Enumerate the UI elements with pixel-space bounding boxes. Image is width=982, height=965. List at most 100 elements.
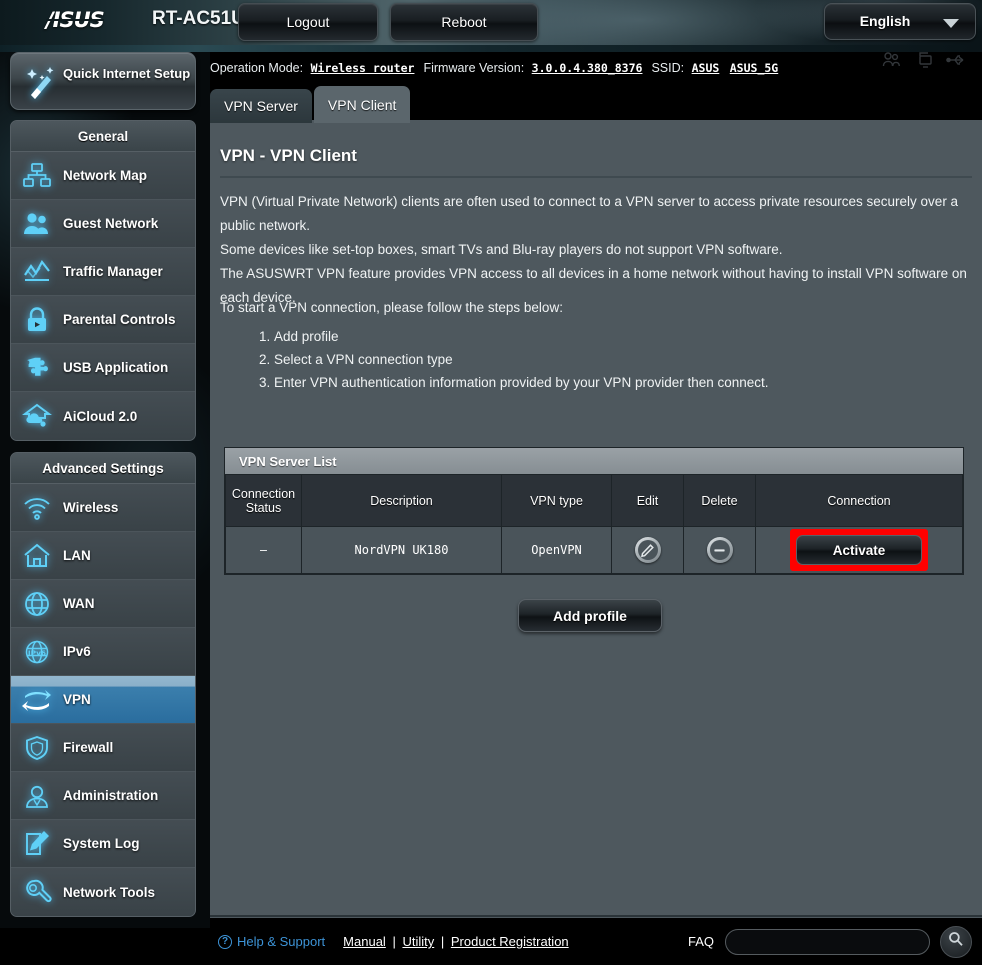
language-selector[interactable]: English bbox=[824, 3, 976, 40]
manual-link[interactable]: Manual bbox=[343, 934, 386, 949]
table-header-row: Connection Status Description VPN type E… bbox=[226, 475, 963, 527]
ssid-link-24g[interactable]: ASUS bbox=[692, 61, 720, 75]
sidebar-item-system-log[interactable]: System Log bbox=[11, 820, 195, 868]
quick-internet-setup-button[interactable]: Quick Internet Setup bbox=[10, 52, 196, 110]
sidebar-item-label: Network Map bbox=[63, 168, 147, 183]
sidebar-item-firewall[interactable]: Firewall bbox=[11, 724, 195, 772]
sidebar-item-network-map[interactable]: Network Map bbox=[11, 152, 195, 200]
sidebar-item-label: WAN bbox=[63, 596, 95, 611]
sidebar-item-label: Firewall bbox=[63, 740, 113, 755]
table-row: – NordVPN UK180 OpenVPN bbox=[226, 527, 963, 574]
title-divider bbox=[220, 176, 972, 178]
sidebar-item-ipv6[interactable]: IPv6 IPv6 bbox=[11, 628, 195, 676]
screen-share-icon[interactable] bbox=[914, 51, 934, 69]
usb-application-icon bbox=[11, 354, 63, 382]
sidebar-item-administration[interactable]: Administration bbox=[11, 772, 195, 820]
activate-button[interactable]: Activate bbox=[796, 535, 922, 565]
administration-icon bbox=[11, 782, 63, 810]
firmware-version-link[interactable]: 3.0.0.4.380_8376 bbox=[532, 61, 643, 75]
sidebar-item-parental-controls[interactable]: Parental Controls bbox=[11, 296, 195, 344]
delete-profile-button[interactable] bbox=[707, 537, 733, 563]
help-support-label[interactable]: Help & Support bbox=[237, 934, 325, 949]
firewall-icon bbox=[11, 734, 63, 762]
sidebar-item-vpn[interactable]: VPN bbox=[11, 676, 195, 724]
sidebar-item-label: Network Tools bbox=[63, 885, 155, 900]
step-item: Add profile bbox=[274, 325, 769, 348]
steps-list: Add profile Select a VPN connection type… bbox=[252, 325, 769, 394]
tab-vpn-client[interactable]: VPN Client bbox=[314, 86, 410, 123]
parental-controls-icon bbox=[11, 306, 63, 334]
chevron-down-icon bbox=[943, 19, 959, 28]
sidebar-item-network-tools[interactable]: Network Tools bbox=[11, 868, 195, 916]
cell-vpn-type: OpenVPN bbox=[502, 527, 612, 574]
network-tools-icon bbox=[11, 878, 63, 906]
vpn-server-list: VPN Server List Connection Status Descri… bbox=[224, 447, 964, 575]
language-label: English bbox=[825, 13, 945, 29]
quick-internet-setup-label: Quick Internet Setup bbox=[63, 66, 191, 82]
reboot-button[interactable]: Reboot bbox=[390, 3, 538, 41]
header-strip bbox=[0, 45, 982, 52]
minus-circle-icon bbox=[710, 540, 730, 560]
sidebar-item-wireless[interactable]: Wireless bbox=[11, 484, 195, 532]
link-separator-2: | bbox=[441, 934, 444, 949]
firmware-version-label: Firmware Version: bbox=[423, 61, 524, 75]
step-item: Select a VPN connection type bbox=[274, 348, 769, 371]
sidebar: Quick Internet Setup General Network Map bbox=[0, 52, 210, 928]
sidebar-item-label: System Log bbox=[63, 836, 140, 851]
sidebar-item-traffic-manager[interactable]: Traffic Manager bbox=[11, 248, 195, 296]
steps-intro: To start a VPN connection, please follow… bbox=[220, 300, 563, 315]
magnifier-icon bbox=[947, 930, 965, 953]
cell-connection-status: – bbox=[226, 527, 302, 574]
svg-text:IPv6: IPv6 bbox=[28, 648, 46, 657]
sidebar-item-guest-network[interactable]: Guest Network bbox=[11, 200, 195, 248]
column-vpn-type: VPN type bbox=[502, 475, 612, 527]
vpn-icon bbox=[11, 686, 63, 714]
sidebar-item-label: LAN bbox=[63, 548, 91, 563]
wireless-icon bbox=[11, 494, 63, 522]
sidebar-group-general: General Network Map bbox=[10, 120, 196, 441]
sidebar-item-label: Parental Controls bbox=[63, 312, 176, 327]
sidebar-item-label: Wireless bbox=[63, 500, 118, 515]
cell-description: NordVPN UK180 bbox=[302, 527, 502, 574]
description-line-2: Some devices like set-top boxes, smart T… bbox=[220, 238, 970, 262]
edit-profile-button[interactable] bbox=[635, 537, 661, 563]
faq-search-input[interactable] bbox=[725, 929, 930, 955]
sidebar-group-general-title: General bbox=[11, 121, 195, 152]
column-edit: Edit bbox=[612, 475, 684, 527]
sidebar-item-usb-application[interactable]: USB Application bbox=[11, 344, 195, 392]
sidebar-item-label: IPv6 bbox=[63, 644, 91, 659]
utility-link[interactable]: Utility bbox=[402, 934, 434, 949]
ipv6-icon: IPv6 bbox=[11, 638, 63, 666]
pencil-icon bbox=[638, 540, 658, 560]
footer-bar: ? Help & Support Manual | Utility | Prod… bbox=[210, 918, 982, 965]
faq-label: FAQ bbox=[688, 934, 714, 949]
clients-icon[interactable] bbox=[882, 51, 902, 69]
tab-vpn-server[interactable]: VPN Server bbox=[210, 89, 312, 123]
system-log-icon bbox=[11, 830, 63, 858]
add-profile-button[interactable]: Add profile bbox=[518, 599, 662, 632]
tab-bar: VPN Server VPN Client bbox=[210, 86, 410, 123]
sidebar-item-aicloud[interactable]: AiCloud 2.0 bbox=[11, 392, 195, 440]
sidebar-item-label: VPN bbox=[63, 692, 91, 707]
faq-search-button[interactable] bbox=[940, 926, 972, 958]
lan-icon bbox=[11, 542, 63, 570]
aicloud-icon bbox=[11, 402, 63, 430]
usb-icon[interactable] bbox=[946, 51, 968, 69]
column-connection-status: Connection Status bbox=[226, 475, 302, 527]
product-registration-link[interactable]: Product Registration bbox=[451, 934, 569, 949]
vpn-server-table: Connection Status Description VPN type E… bbox=[225, 474, 963, 574]
activate-highlight-box: Activate bbox=[790, 529, 928, 571]
top-header: /ISUS RT-AC51U Logout Reboot English bbox=[0, 0, 982, 45]
logout-button[interactable]: Logout bbox=[238, 3, 378, 41]
description-line-1: VPN (Virtual Private Network) clients ar… bbox=[220, 190, 970, 238]
cell-delete bbox=[684, 527, 756, 574]
sidebar-group-advanced: Advanced Settings Wireless LAN bbox=[10, 452, 196, 917]
guest-network-icon bbox=[11, 210, 63, 238]
column-description: Description bbox=[302, 475, 502, 527]
operation-mode-link[interactable]: Wireless router bbox=[311, 61, 415, 75]
asus-logo: /ISUS bbox=[46, 8, 104, 32]
sidebar-item-lan[interactable]: LAN bbox=[11, 532, 195, 580]
ssid-link-5g[interactable]: ASUS_5G bbox=[730, 61, 778, 75]
sidebar-item-label: Guest Network bbox=[63, 216, 158, 231]
sidebar-item-wan[interactable]: WAN bbox=[11, 580, 195, 628]
